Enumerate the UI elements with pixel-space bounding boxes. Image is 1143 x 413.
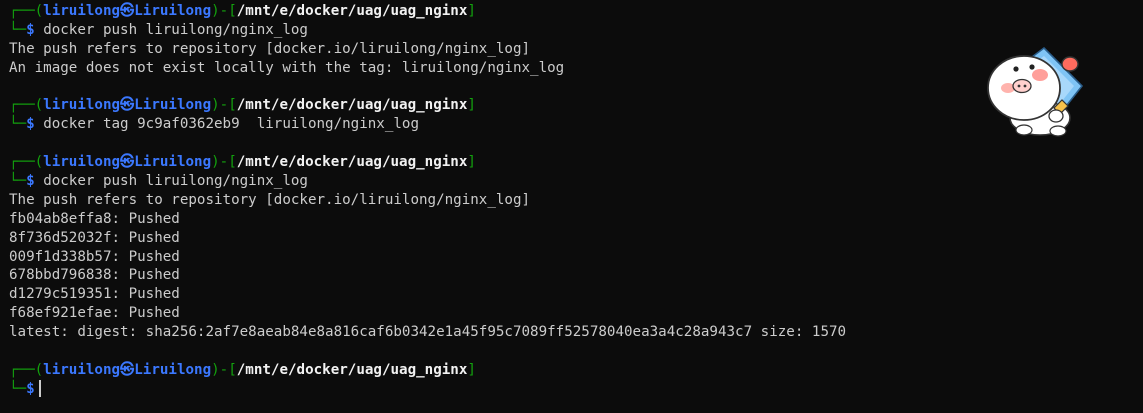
cartoon-pig-mascot-sticker-icon (987, 47, 1083, 137)
command-text: docker push liruilong/nginx_log (43, 21, 308, 38)
prompt-user: liruilong (43, 154, 121, 171)
prompt-dollar: $ (26, 173, 35, 190)
prompt-user: liruilong (43, 97, 121, 114)
prompt-dollar: $ (26, 380, 35, 397)
prompt-path: /mnt/e/docker/uag/uag_nginx (236, 97, 468, 114)
prompt-corner: ┌── (9, 3, 35, 19)
prompt-host: Liruilong (134, 154, 212, 171)
output-line: latest: digest: sha256:2af7e8aeab84e8a81… (9, 324, 847, 341)
prompt-host: Liruilong (134, 97, 212, 114)
terminal-window[interactable]: ┌──(liruilong㉿Liruilong)-[/mnt/e/docker/… (9, 2, 1129, 399)
command-text: docker push liruilong/nginx_log (43, 173, 308, 190)
prompt-path: /mnt/e/docker/uag/uag_nginx (236, 361, 468, 378)
output-line: 8f736d52032f: Pushed (9, 229, 180, 246)
output-line: fb04ab8effa8: Pushed (9, 210, 180, 227)
prompt-separator: ㉿ (120, 154, 135, 171)
output-line: An image does not exist locally with the… (9, 59, 565, 76)
output-line: d1279c519351: Pushed (9, 286, 180, 303)
command-line: └─$ docker push liruilong/nginx_log (9, 21, 308, 38)
prompt-path: /mnt/e/docker/uag/uag_nginx (236, 154, 468, 171)
prompt-host: Liruilong (134, 361, 212, 378)
output-line: The push refers to repository [docker.io… (9, 191, 531, 208)
prompt-separator: ㉿ (120, 97, 135, 114)
prompt-line: ┌──(liruilong㉿Liruilong)-[/mnt/e/docker/… (9, 361, 476, 378)
command-input-line[interactable]: └─$ (9, 380, 1129, 399)
prompt-corner: ┌── (9, 361, 35, 378)
output-line: The push refers to repository [docker.io… (9, 40, 531, 57)
prompt-line: ┌──(liruilong㉿Liruilong)-[/mnt/e/docker/… (9, 3, 476, 19)
command-line: └─$ docker tag 9c9af0362eb9 liruilong/ng… (9, 116, 420, 133)
prompt-user: liruilong (43, 3, 121, 19)
prompt-corner: ┌── (9, 97, 35, 114)
prompt-separator: ㉿ (120, 3, 135, 19)
command-line: └─$ docker push liruilong/nginx_log (9, 173, 308, 190)
prompt-corner: ┌── (9, 154, 35, 171)
prompt-dollar: $ (26, 21, 35, 38)
prompt-user: liruilong (43, 361, 121, 378)
prompt-host: Liruilong (134, 3, 212, 19)
output-line: 009f1d338b57: Pushed (9, 248, 180, 265)
prompt-separator: ㉿ (120, 361, 135, 378)
output-line: f68ef921efae: Pushed (9, 305, 180, 322)
prompt-line: ┌──(liruilong㉿Liruilong)-[/mnt/e/docker/… (9, 154, 476, 171)
command-text: docker tag 9c9af0362eb9 liruilong/nginx_… (43, 116, 420, 133)
text-cursor (38, 380, 41, 398)
prompt-dollar: $ (26, 116, 35, 133)
prompt-path: /mnt/e/docker/uag/uag_nginx (236, 3, 468, 19)
prompt-line: ┌──(liruilong㉿Liruilong)-[/mnt/e/docker/… (9, 97, 476, 114)
output-line: 678bbd796838: Pushed (9, 267, 180, 284)
